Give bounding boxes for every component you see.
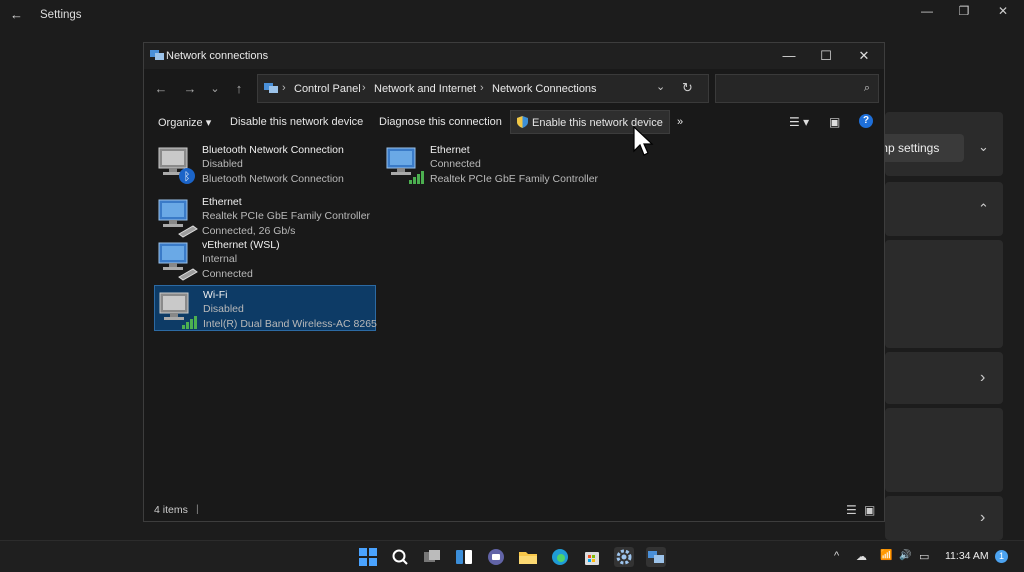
settings-card	[885, 240, 1003, 348]
connection-status: Connected	[430, 158, 481, 171]
status-separator: |	[196, 503, 199, 515]
connection-item[interactable]: Ethernet Realtek PCIe GbE Family Control…	[154, 193, 376, 239]
ethernet-connected-icon	[386, 147, 424, 184]
chevron-right-icon[interactable]: ›	[980, 509, 985, 527]
connection-item[interactable]: Ethernet Connected Realtek PCIe GbE Fami…	[382, 141, 604, 187]
connection-device: Connected	[202, 267, 253, 280]
mouse-cursor-icon	[633, 126, 654, 156]
connection-name: Ethernet	[430, 144, 470, 156]
search-icon[interactable]: ⌕	[864, 82, 870, 95]
chevron-right-icon[interactable]: ›	[980, 369, 985, 387]
connections-list: ᛒ Bluetooth Network Connection Disabled …	[144, 141, 884, 501]
disable-device-button[interactable]: Disable this network device	[224, 110, 369, 134]
taskbar: ^ ☁ 📶 🔊 ▭ 11:34 AM 1	[0, 540, 1024, 572]
diagnose-connection-button[interactable]: Diagnose this connection	[373, 110, 508, 134]
breadcrumb-separator: ›	[480, 82, 484, 94]
address-dropdown-icon[interactable]: ⌄	[656, 80, 665, 93]
up-arrow-icon[interactable]: ↑	[228, 79, 250, 99]
settings-titlebar: ← Settings — ❐ ✕	[0, 0, 1024, 32]
ethernet-cable-icon	[158, 199, 198, 238]
connection-device: Intel(R) Dual Band Wireless-AC 8265	[203, 317, 377, 330]
item-count: 4 items	[154, 504, 188, 516]
search-icon[interactable]	[390, 547, 410, 567]
connection-status: Realtek PCIe GbE Family Controller	[202, 210, 371, 223]
breadcrumb-separator: ›	[282, 82, 286, 94]
connection-status: Internal	[202, 253, 238, 266]
wifi-connection-icon	[159, 292, 197, 329]
task-view-icon[interactable]	[422, 547, 442, 567]
onedrive-cloud-icon[interactable]: ☁	[856, 550, 867, 563]
connection-name: Ethernet	[202, 196, 242, 208]
teams-chat-icon[interactable]	[486, 547, 506, 567]
settings-close-button[interactable]: ✕	[988, 4, 1018, 20]
address-bar[interactable]: › Control Panel › Network and Internet ›…	[257, 74, 709, 103]
network-connections-window: Network connections — ☐ ✕ ← → ⌄ ↑ › Cont…	[143, 42, 885, 522]
window-titlebar[interactable]: Network connections — ☐ ✕	[144, 43, 884, 69]
tray-overflow-icon[interactable]: ^	[834, 550, 839, 562]
preview-pane-icon[interactable]: ▣	[829, 115, 840, 129]
wifi-icon[interactable]: 📶	[880, 550, 892, 561]
file-explorer-icon[interactable]	[518, 547, 538, 567]
bluetooth-connection-icon: ᛒ	[158, 147, 195, 184]
ethernet-cable-icon	[158, 242, 198, 281]
command-bar: Organize ▾ Disable this network device D…	[144, 110, 884, 136]
connection-item[interactable]: vEthernet (WSL) Internal Connected	[154, 236, 376, 282]
more-commands-button[interactable]: »	[671, 110, 689, 134]
widgets-icon[interactable]	[454, 547, 474, 567]
maximize-button[interactable]: ☐	[811, 46, 841, 66]
connection-name: vEthernet (WSL)	[202, 239, 280, 251]
connection-name: Bluetooth Network Connection	[202, 144, 344, 156]
settings-restore-button[interactable]: ❐	[949, 4, 979, 20]
organize-menu[interactable]: Organize ▾	[152, 110, 217, 134]
connection-item[interactable]: ᛒ Bluetooth Network Connection Disabled …	[154, 141, 376, 187]
close-button[interactable]: ✕	[849, 46, 879, 66]
settings-title: Settings	[40, 9, 82, 21]
breadcrumb-network-and-internet[interactable]: Network and Internet	[374, 83, 476, 95]
connection-name: Wi-Fi	[203, 289, 228, 301]
connection-device: Realtek PCIe GbE Family Controller	[430, 172, 599, 185]
network-connections-taskbar-icon[interactable]	[646, 547, 666, 567]
breadcrumb-control-panel[interactable]: Control Panel	[294, 83, 361, 95]
change-view-icon[interactable]: ☰ ▾	[789, 115, 809, 129]
back-icon[interactable]: ←	[10, 7, 23, 22]
status-bar: 4 items | ☰ ▣	[144, 499, 884, 521]
start-icon[interactable]	[358, 547, 378, 567]
breadcrumb-separator: ›	[362, 82, 366, 94]
svg-text:ᛒ: ᛒ	[184, 170, 191, 183]
control-panel-icon	[264, 83, 278, 93]
settings-gear-icon[interactable]	[614, 547, 634, 567]
forward-arrow-icon[interactable]: →	[179, 79, 201, 99]
connection-status: Disabled	[203, 303, 244, 316]
back-arrow-icon[interactable]: ←	[150, 79, 172, 99]
details-view-icon[interactable]: ☰	[846, 503, 857, 517]
connection-status: Disabled	[202, 158, 243, 171]
uac-shield-icon	[517, 116, 528, 128]
store-icon[interactable]	[582, 547, 602, 567]
chevron-down-icon[interactable]: ⌄	[978, 139, 989, 155]
network-folder-icon	[150, 50, 164, 60]
recent-locations-icon[interactable]: ⌄	[204, 79, 226, 99]
window-title: Network connections	[166, 50, 269, 62]
navigation-bar: ← → ⌄ ↑ › Control Panel › Network and In…	[144, 73, 884, 105]
settings-minimize-button[interactable]: —	[912, 4, 942, 20]
connection-item-wifi[interactable]: Wi-Fi Disabled Intel(R) Dual Band Wirele…	[154, 285, 377, 331]
search-input[interactable]: ⌕	[715, 74, 879, 103]
large-icons-view-icon[interactable]: ▣	[864, 503, 875, 517]
minimize-button[interactable]: —	[774, 46, 804, 66]
help-icon[interactable]: ?	[859, 114, 873, 128]
edge-browser-icon[interactable]	[550, 547, 570, 567]
breadcrumb-network-connections[interactable]: Network Connections	[492, 83, 597, 95]
volume-icon[interactable]: 🔊	[899, 550, 911, 561]
battery-icon[interactable]: ▭	[919, 550, 929, 563]
chevron-up-icon[interactable]: ⌃	[978, 201, 989, 217]
settings-card	[885, 408, 1003, 492]
clock[interactable]: 11:34 AM	[945, 550, 989, 562]
notifications-badge[interactable]: 1	[995, 550, 1008, 563]
refresh-icon[interactable]: ↻	[682, 80, 693, 96]
connection-device: Bluetooth Network Connection	[202, 172, 344, 185]
